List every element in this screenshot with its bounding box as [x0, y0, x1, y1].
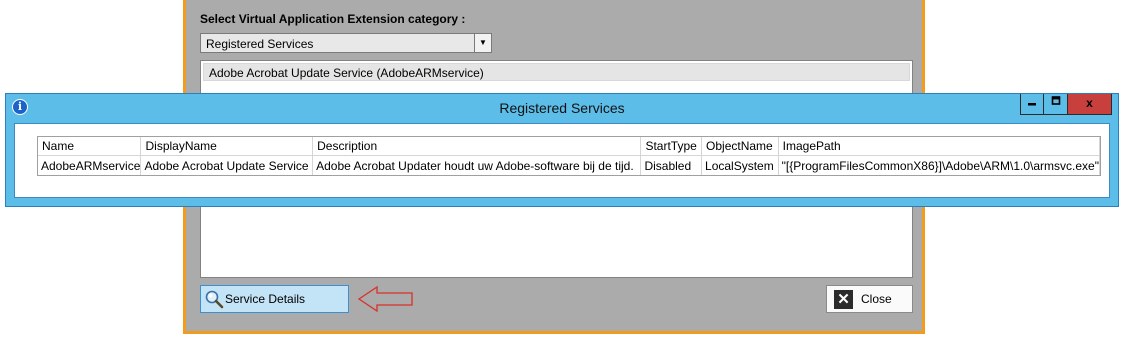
cell-object-name[interactable]: LocalSystem — [701, 155, 779, 175]
services-table: Name DisplayName Description StartType O… — [38, 137, 1101, 175]
service-details-button[interactable]: Service Details — [200, 285, 349, 313]
annotation-arrow-icon — [358, 286, 413, 312]
column-header-objectname[interactable]: ObjectName — [701, 137, 779, 156]
registered-services-window: i Registered Services x Name DisplayName — [5, 93, 1119, 207]
cell-start-type[interactable]: Disabled — [640, 155, 703, 175]
services-grid[interactable]: Name DisplayName Description StartType O… — [37, 136, 1101, 176]
window-controls: x — [1020, 94, 1112, 116]
close-button-label: Close — [861, 292, 892, 306]
close-icon: x — [1086, 96, 1093, 110]
close-icon: ✕ — [834, 290, 853, 309]
column-header-imagepath[interactable]: ImagePath — [778, 137, 1101, 156]
chevron-down-icon[interactable]: ▼ — [474, 34, 491, 52]
magnifier-icon — [205, 290, 224, 309]
category-label: Select Virtual Application Extension cat… — [200, 12, 466, 26]
column-header-name[interactable]: Name — [38, 137, 142, 156]
list-item[interactable]: Adobe Acrobat Update Service (AdobeARMse… — [203, 63, 910, 81]
cell-name[interactable]: AdobeARMservice — [38, 155, 142, 175]
category-select[interactable]: Registered Services ▼ — [200, 33, 492, 53]
window-title: Registered Services — [499, 100, 625, 116]
window-client-area: Name DisplayName Description StartType O… — [14, 123, 1110, 198]
service-details-label: Service Details — [225, 292, 306, 306]
minimize-button[interactable] — [1020, 94, 1044, 115]
minimize-icon — [1028, 103, 1036, 106]
window-close-button[interactable]: x — [1068, 94, 1112, 115]
column-header-displayname[interactable]: DisplayName — [140, 137, 314, 156]
maximize-button[interactable] — [1044, 94, 1068, 115]
close-button[interactable]: ✕ Close — [826, 285, 913, 313]
cell-description[interactable]: Adobe Acrobat Updater houdt uw Adobe-sof… — [312, 155, 642, 175]
cell-display-name[interactable]: Adobe Acrobat Update Service — [140, 155, 314, 175]
maximize-icon — [1051, 96, 1060, 105]
category-select-value: Registered Services — [206, 37, 314, 51]
table-header-row: Name DisplayName Description StartType O… — [38, 137, 1101, 156]
cell-image-path[interactable]: "[{ProgramFilesCommonX86}]\Adobe\ARM\1.0… — [778, 155, 1101, 175]
column-header-starttype[interactable]: StartType — [640, 137, 703, 156]
column-header-description[interactable]: Description — [312, 137, 642, 156]
table-row[interactable]: AdobeARMservice Adobe Acrobat Update Ser… — [38, 155, 1101, 175]
list-item-label: Adobe Acrobat Update Service (AdobeARMse… — [209, 66, 484, 80]
